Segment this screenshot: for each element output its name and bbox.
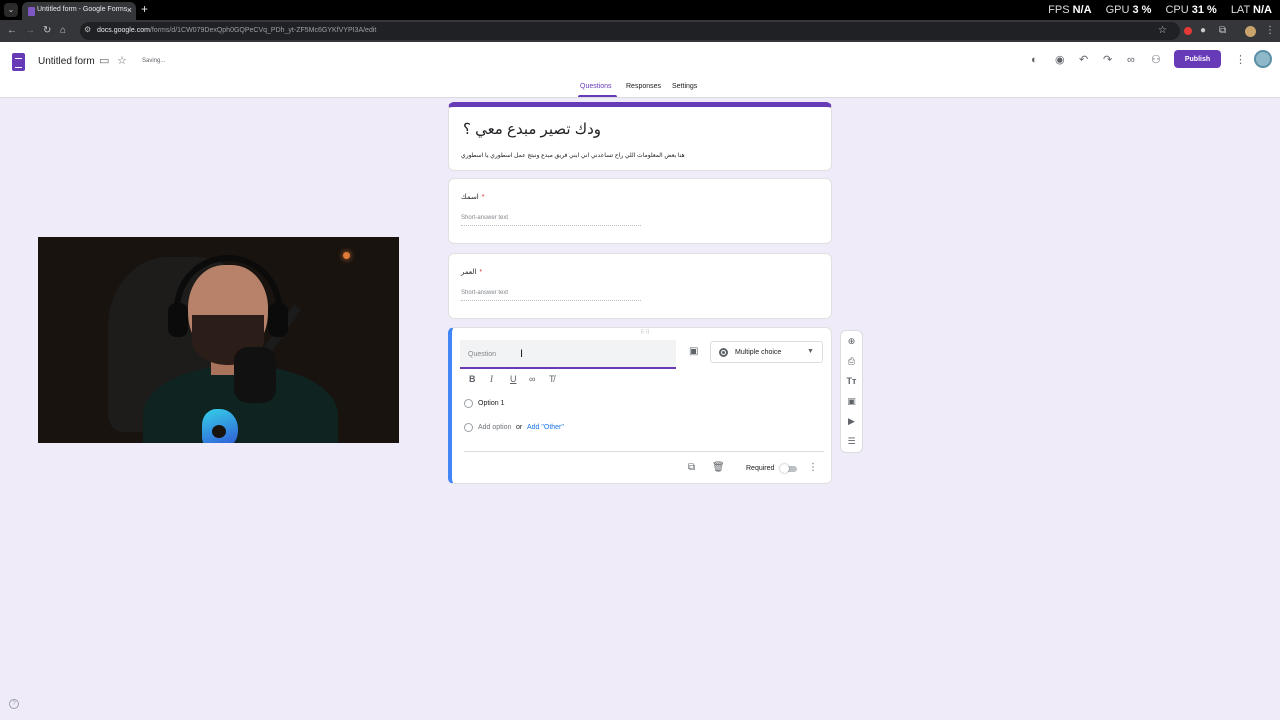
italic-icon[interactable]: I xyxy=(490,374,493,384)
profile-avatar[interactable] xyxy=(1245,26,1256,37)
tab-title: Untitled form - Google Forms xyxy=(37,6,128,13)
add-collaborator-icon[interactable]: ⚇ xyxy=(1151,53,1161,67)
question-card-age[interactable]: العمر * Short-answer text xyxy=(448,253,832,319)
side-toolbar: ⊕ ⎙ Tт ▣ ▶ ☰ xyxy=(840,330,863,453)
tab-questions[interactable]: Questions xyxy=(580,83,612,90)
tab-responses[interactable]: Responses xyxy=(626,83,661,90)
tune-icon[interactable]: ⚙ xyxy=(84,25,91,34)
address-bar[interactable]: ⚙ docs.google.com/forms/d/1CW079DexQph0G… xyxy=(80,22,1180,40)
lat-stat: LAT N/A xyxy=(1230,4,1272,16)
required-toggle[interactable] xyxy=(780,464,797,473)
background-light xyxy=(343,252,350,259)
question-card-name[interactable]: اسمك * Short-answer text xyxy=(448,178,832,244)
gpu-stat: GPU 3 % xyxy=(1105,4,1152,16)
or-text: or xyxy=(516,424,523,431)
headphone-cup-left xyxy=(168,303,188,337)
saving-status: Saving... xyxy=(142,58,166,64)
short-answer-placeholder: Short-answer text xyxy=(461,290,641,301)
add-question-icon[interactable]: ⊕ xyxy=(841,336,862,347)
import-questions-icon[interactable]: ⎙ xyxy=(841,356,862,367)
required-label: Required xyxy=(746,465,775,472)
reload-icon[interactable]: ↻ xyxy=(43,24,51,38)
back-arrow-icon[interactable]: ← xyxy=(7,24,17,38)
more-vert-icon[interactable]: ⋮ xyxy=(808,462,818,473)
puzzle-icon[interactable]: ⧉ xyxy=(1219,24,1226,38)
clear-format-icon[interactable]: T̸ xyxy=(549,374,555,384)
add-image-icon[interactable]: ▣ xyxy=(841,396,862,407)
streamer-logo-icon xyxy=(202,409,238,443)
home-icon[interactable]: ⌂ xyxy=(60,24,66,38)
chevron-down-icon[interactable]: ⌄ xyxy=(4,3,18,17)
link-icon[interactable]: ∞ xyxy=(529,374,535,384)
add-video-icon[interactable]: ▶ xyxy=(841,416,862,427)
avatar[interactable] xyxy=(1254,50,1272,68)
forms-header: Untitled form ▭ ☆ Saving... ◐ ◉ ↶ ↷ ∞ ⚇ … xyxy=(0,42,1280,98)
performance-overlay: FPS N/A GPU 3 % CPU 31 % LAT N/A xyxy=(1048,4,1272,16)
option-radio-icon xyxy=(464,399,473,408)
question-type-label: Multiple choice xyxy=(735,349,782,356)
kebab-icon[interactable]: ⋮ xyxy=(1265,24,1275,38)
option-radio-icon xyxy=(464,423,473,432)
add-other-link[interactable]: Add "Other" xyxy=(527,424,564,431)
text-cursor-icon: I xyxy=(520,348,524,360)
form-title[interactable]: ودك تصير مبدع معي ؟ xyxy=(463,120,601,138)
underline-icon[interactable]: U xyxy=(510,374,517,384)
folder-icon[interactable]: ▭ xyxy=(99,54,109,68)
help-icon[interactable]: ? xyxy=(9,699,19,709)
record-extension-icon[interactable] xyxy=(1184,27,1192,35)
publish-button[interactable]: Publish xyxy=(1174,50,1221,68)
redo-icon[interactable]: ↷ xyxy=(1103,53,1112,67)
doc-title[interactable]: Untitled form xyxy=(38,56,95,67)
webcam-overlay xyxy=(38,237,399,443)
active-question-card[interactable]: ⠿⠿ Question I ▣ Multiple choice ▼ B I U … xyxy=(448,327,832,484)
form-description[interactable]: هنا بعض المعلومات اللي راح تساعدني اني ا… xyxy=(461,152,685,159)
duplicate-icon[interactable]: ⧉ xyxy=(688,462,695,473)
add-title-icon[interactable]: Tт xyxy=(841,376,862,386)
divider xyxy=(464,451,824,452)
fps-stat: FPS N/A xyxy=(1048,4,1092,16)
browser-tab[interactable]: Untitled form - Google Forms × xyxy=(22,2,136,20)
caret-down-icon: ▼ xyxy=(807,348,814,355)
question-label: اسمك * xyxy=(461,194,485,201)
question-placeholder: Question xyxy=(468,351,497,358)
delete-icon[interactable]: 🗑 xyxy=(712,462,725,473)
drag-handle-icon[interactable]: ⠿⠿ xyxy=(640,329,651,336)
cpu-stat: CPU 31 % xyxy=(1165,4,1217,16)
add-image-icon[interactable]: ▣ xyxy=(689,346,698,357)
headphone-cup-right xyxy=(268,303,288,337)
tab-settings[interactable]: Settings xyxy=(672,83,697,90)
question-label: العمر * xyxy=(461,269,483,276)
undo-icon[interactable]: ↶ xyxy=(1079,53,1088,67)
close-icon[interactable]: × xyxy=(127,5,132,15)
question-input[interactable]: Question I xyxy=(460,340,676,369)
forms-favicon-icon xyxy=(28,7,35,16)
more-vert-icon[interactable]: ⋮ xyxy=(1235,53,1246,67)
bold-icon[interactable]: B xyxy=(469,374,476,384)
active-tab-indicator xyxy=(578,95,617,97)
preview-eye-icon[interactable]: ◉ xyxy=(1055,53,1065,67)
question-type-select[interactable]: Multiple choice ▼ xyxy=(710,341,823,363)
palette-icon[interactable]: ◐ xyxy=(1031,53,1038,67)
browser-toolbar: ← → ↻ ⌂ ⚙ docs.google.com/forms/d/1CW079… xyxy=(0,20,1280,42)
microphone-icon xyxy=(234,347,276,403)
link-icon[interactable]: ∞ xyxy=(1127,53,1135,67)
radio-icon xyxy=(719,348,728,357)
option-1[interactable]: Option 1 xyxy=(478,400,504,407)
url-text: docs.google.com/forms/d/1CW079DexQph0GQP… xyxy=(97,27,377,34)
forward-arrow-icon[interactable]: → xyxy=(25,24,35,38)
browser-tabstrip: ⌄ Untitled form - Google Forms × + FPS N… xyxy=(0,0,1280,20)
form-title-card[interactable]: ودك تصير مبدع معي ؟ هنا بعض المعلومات ال… xyxy=(448,102,832,171)
google-forms-logo-icon[interactable] xyxy=(12,53,25,71)
star-icon[interactable]: ☆ xyxy=(1158,24,1167,38)
form-tabs: Questions Responses Settings xyxy=(0,82,1280,98)
star-icon[interactable]: ☆ xyxy=(117,54,127,68)
add-section-icon[interactable]: ☰ xyxy=(841,436,862,447)
plus-icon[interactable]: + xyxy=(141,2,148,16)
add-option[interactable]: Add option xyxy=(478,424,511,431)
short-answer-placeholder: Short-answer text xyxy=(461,215,641,226)
extension-icon[interactable]: ● xyxy=(1200,24,1206,38)
